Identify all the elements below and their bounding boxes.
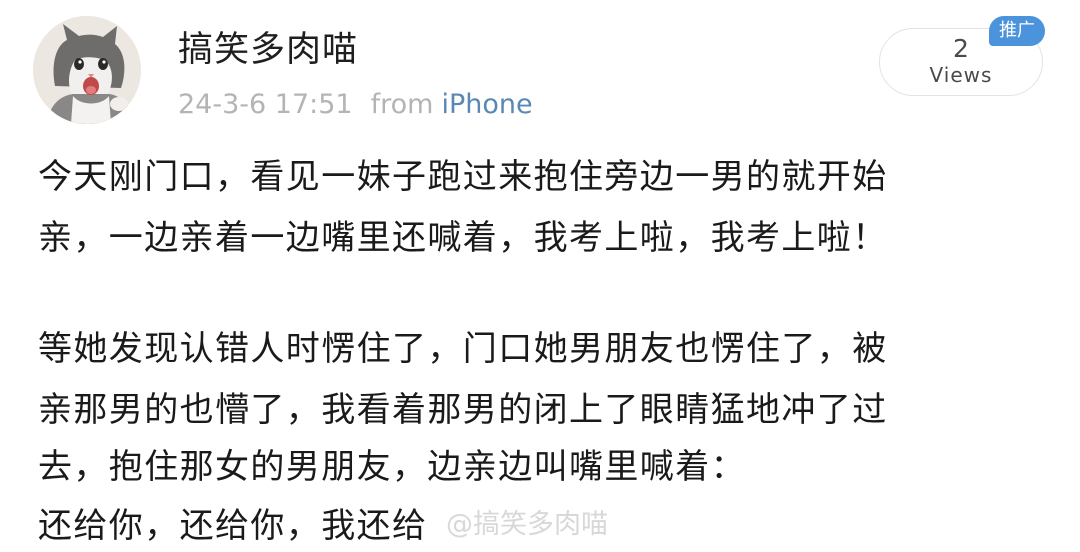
post-text-line: 亲，一边亲着一边嘴里还喊着，我考上啦，我考上啦！ [38,218,888,258]
watermark-text: @搞笑多肉喵 [446,509,608,540]
post-text-line: 还给你，还给你，我还给 [38,506,428,546]
post-text-line: 等她发现认错人时愣住了，门口她男朋友也愣住了，被 [38,329,888,369]
post-text-line: 亲那男的也懵了，我看着那男的闭上了眼睛猛地冲了过 [38,390,888,430]
promote-badge[interactable]: 推广 [989,16,1045,46]
weibo-post: 搞笑多肉喵 24-3-6 17:51 from iPhone 2 Views 推广 … [0,0,1080,552]
cat-avatar-icon[interactable] [33,16,141,124]
views-label: Views [929,63,993,87]
author-name[interactable]: 搞笑多肉喵 [178,28,358,72]
from-label: from [370,89,434,120]
post-date: 24-3-6 17:51 [178,89,353,120]
device-source-link[interactable]: iPhone [441,89,532,120]
post-text-line: 今天刚门口，看见一妹子跑过来抱住旁边一男的就开始 [38,157,888,197]
post-text-line: 去，抱住那女的男朋友，边亲边叫嘴里喊着： [38,447,746,487]
post-meta: 24-3-6 17:51 from iPhone [178,88,533,122]
avatar-cat-illustration [33,16,141,124]
